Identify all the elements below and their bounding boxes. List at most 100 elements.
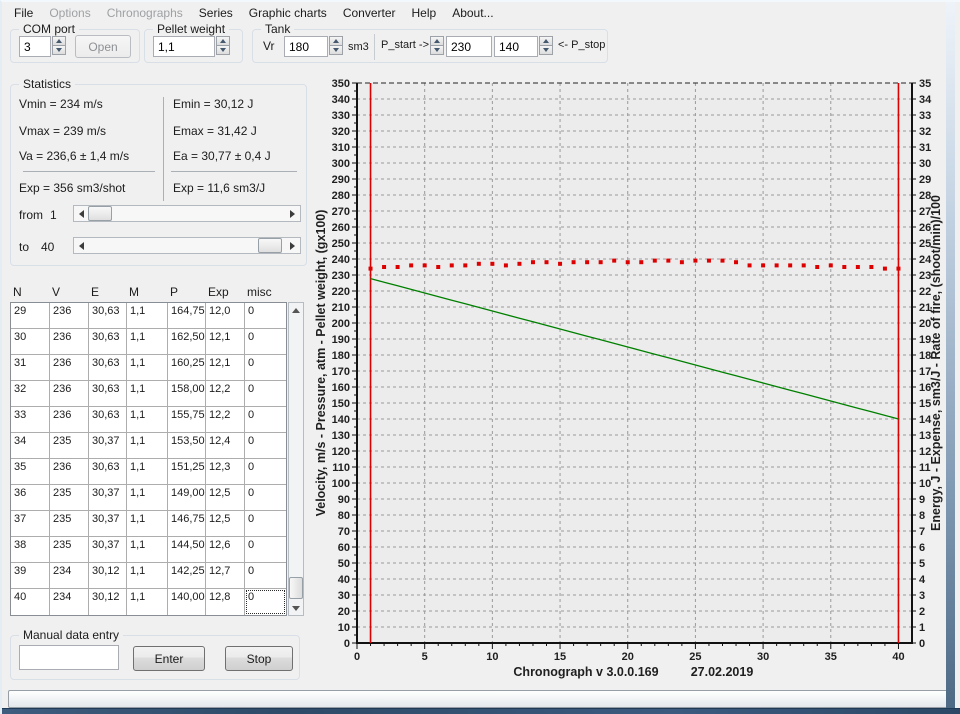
table-cell[interactable]: 0 [245,485,286,511]
com-port-spinner[interactable] [52,36,66,57]
scroll-right-icon[interactable] [285,238,300,253]
table-cell[interactable]: 12,8 [206,589,245,615]
table-cell[interactable]: 34 [11,433,50,459]
table-cell[interactable]: 1,1 [127,459,168,485]
com-port-input[interactable] [19,36,51,57]
p-start-spinner[interactable] [430,36,444,57]
table-cell[interactable]: 1,1 [127,407,168,433]
table-cell[interactable]: 1,1 [127,563,168,589]
spinner-down-icon[interactable] [430,45,444,55]
table-cell[interactable]: 162,50 [168,329,206,355]
table-scrollbar-thumb[interactable] [289,577,303,599]
table-cell[interactable]: 235 [50,537,89,563]
table-cell[interactable]: 155,75 [168,407,206,433]
to-scrollbar[interactable] [73,237,301,254]
table-cell[interactable]: 151,25 [168,459,206,485]
table-cell[interactable]: 30,37 [89,485,127,511]
tank-volume-spinner[interactable] [329,36,343,57]
table-cell[interactable]: 30,37 [89,537,127,563]
scroll-up-icon[interactable] [289,303,303,317]
table-cell[interactable]: 30,63 [89,459,127,485]
scroll-right-icon[interactable] [285,206,300,221]
table-cell[interactable]: 40 [11,589,50,615]
enter-button[interactable]: Enter [133,646,205,671]
menu-item-converter[interactable]: Converter [335,5,404,21]
table-cell[interactable]: 12,0 [206,303,245,329]
table-cell[interactable]: 235 [50,433,89,459]
pellet-weight-spinner[interactable] [216,36,230,57]
table-cell[interactable]: 1,1 [127,511,168,537]
pellet-weight-input[interactable] [153,36,215,57]
scroll-down-icon[interactable] [289,601,303,615]
table-cell[interactable]: 12,5 [206,485,245,511]
spinner-down-icon[interactable] [216,45,230,55]
manual-entry-input[interactable] [19,645,119,670]
table-cell[interactable]: 1,1 [127,537,168,563]
table-cell[interactable]: 236 [50,303,89,329]
to-scrollbar-thumb[interactable] [258,238,282,253]
table-cell[interactable]: 144,50 [168,537,206,563]
table-cell[interactable]: 236 [50,381,89,407]
table-cell[interactable]: 30,63 [89,381,127,407]
table-cell[interactable]: 0 [245,563,286,589]
table-cell[interactable]: 35 [11,459,50,485]
table-cell[interactable]: 160,25 [168,355,206,381]
table-cell[interactable]: 153,50 [168,433,206,459]
table-cell[interactable]: 140,00 [168,589,206,615]
table-cell[interactable]: 0 [245,329,286,355]
table-cell[interactable]: 38 [11,537,50,563]
table-cell[interactable]: 12,3 [206,459,245,485]
table-cell[interactable]: 0 [245,407,286,433]
table-cell[interactable]: 236 [50,459,89,485]
table-cell[interactable]: 12,6 [206,537,245,563]
table-cell[interactable]: 12,2 [206,381,245,407]
table-cell[interactable]: 0 [245,459,286,485]
table-cell[interactable]: 1,1 [127,355,168,381]
menu-item-graphic-charts[interactable]: Graphic charts [241,5,335,21]
table-cell[interactable]: 12,1 [206,329,245,355]
p-start-input[interactable] [446,36,492,57]
table-cell[interactable]: 236 [50,407,89,433]
table-cell[interactable]: 235 [50,511,89,537]
table-cell[interactable]: 0 [245,303,286,329]
stop-button[interactable]: Stop [225,646,293,671]
tank-volume-input[interactable] [284,36,328,57]
table-cell[interactable]: 158,00 [168,381,206,407]
table-cell[interactable]: 0 [245,381,286,407]
table-cell[interactable]: 1,1 [127,589,168,615]
from-scrollbar-thumb[interactable] [88,206,112,221]
table-cell[interactable]: 30,63 [89,407,127,433]
table-cell[interactable]: 234 [50,563,89,589]
table-cell[interactable]: 149,00 [168,485,206,511]
table-cell[interactable]: 0 [245,355,286,381]
spinner-down-icon[interactable] [329,45,343,55]
table-cell[interactable]: 29 [11,303,50,329]
table-cell[interactable]: 235 [50,485,89,511]
table-cell[interactable]: 30,37 [89,511,127,537]
table-cell[interactable]: 0 [245,589,286,615]
table-cell[interactable]: 32 [11,381,50,407]
table-cell[interactable]: 1,1 [127,485,168,511]
table-cell[interactable]: 30,63 [89,329,127,355]
table-cell[interactable]: 12,2 [206,407,245,433]
table-cell[interactable]: 33 [11,407,50,433]
p-stop-input[interactable] [494,36,538,57]
scroll-left-icon[interactable] [74,238,89,253]
table-cell[interactable]: 234 [50,589,89,615]
table-cell[interactable]: 236 [50,355,89,381]
table-cell[interactable]: 12,7 [206,563,245,589]
from-scrollbar[interactable] [73,205,301,222]
table-cell[interactable]: 30,63 [89,303,127,329]
table-cell[interactable]: 164,75 [168,303,206,329]
scroll-left-icon[interactable] [74,206,89,221]
table-cell[interactable]: 142,25 [168,563,206,589]
table-cell[interactable]: 39 [11,563,50,589]
table-cell[interactable]: 0 [245,433,286,459]
table-cell[interactable]: 0 [245,511,286,537]
menu-item-series[interactable]: Series [191,5,241,21]
p-stop-spinner[interactable] [539,36,553,57]
table-cell[interactable]: 1,1 [127,381,168,407]
spinner-down-icon[interactable] [539,45,553,55]
table-cell[interactable]: 12,5 [206,511,245,537]
table-cell[interactable]: 30,12 [89,563,127,589]
